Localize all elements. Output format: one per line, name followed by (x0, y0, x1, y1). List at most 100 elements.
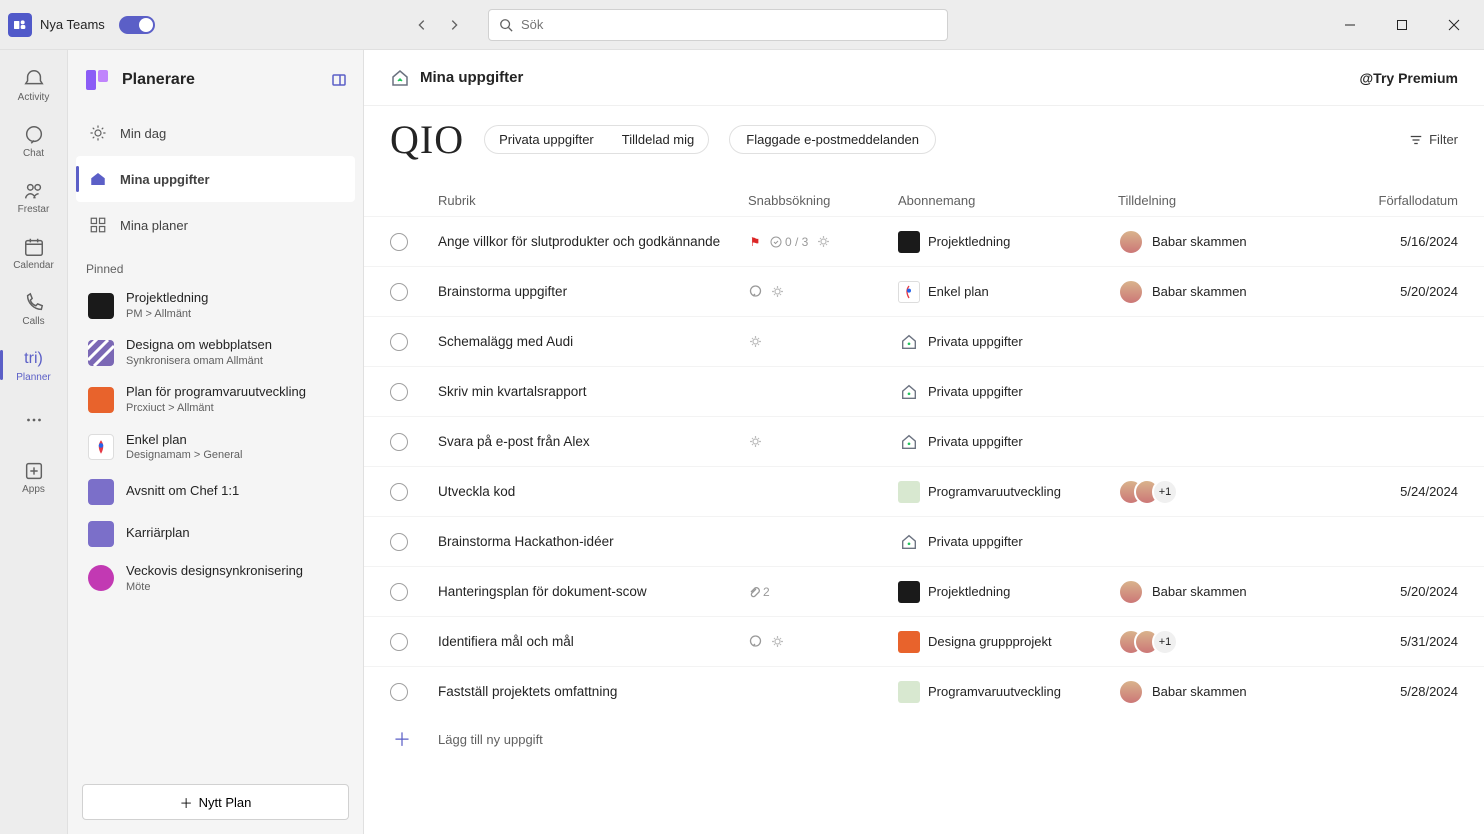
pinned-item-1[interactable]: Designa om webbplatsenSynkronisera omam … (76, 329, 355, 376)
task-title: Schemalägg med Audi (438, 334, 573, 349)
activity-icon (23, 68, 45, 90)
pinned-icon (88, 434, 114, 460)
task-title: Identifiera mål och mål (438, 634, 574, 649)
expand-icon[interactable] (331, 72, 347, 88)
complete-radio[interactable] (390, 433, 408, 451)
due-date: 5/20/2024 (1358, 284, 1458, 299)
task-row[interactable]: Schemalägg med Audi Privata uppgifter (364, 316, 1484, 366)
myplans-icon (88, 215, 108, 235)
task-title: Hanteringsplan för dokument-scow (438, 584, 647, 599)
tab-flaggade[interactable]: Flaggade e-postmeddelanden (729, 125, 936, 154)
complete-radio[interactable] (390, 333, 408, 351)
checklist-count: 0 / 3 (770, 235, 808, 249)
complete-radio[interactable] (390, 633, 408, 651)
nav-forward-button[interactable] (440, 11, 468, 39)
rail-frestar[interactable]: Frestar (4, 170, 64, 224)
task-row[interactable]: Svara på e-post från Alex Privata uppgif… (364, 416, 1484, 466)
task-row[interactable]: Brainstorma Hackathon-idéer Privata uppg… (364, 516, 1484, 566)
search-icon (499, 18, 513, 32)
pinned-item-2[interactable]: Plan för programvaruutvecklingPrcxiuct >… (76, 376, 355, 423)
avatar (1118, 679, 1144, 705)
complete-radio[interactable] (390, 283, 408, 301)
nav-back-button[interactable] (408, 11, 436, 39)
sun-icon (770, 635, 784, 649)
due-date: 5/24/2024 (1358, 484, 1458, 499)
plan-icon (898, 681, 920, 703)
more-assignees: +1 (1152, 479, 1178, 505)
close-button[interactable] (1432, 9, 1476, 41)
avatar (1118, 229, 1144, 255)
task-title: Utveckla kod (438, 484, 515, 499)
plan-icon (898, 231, 920, 253)
plan-icon (898, 481, 920, 503)
task-title: Brainstorma Hackathon-idéer (438, 534, 614, 549)
task-row[interactable]: Hanteringsplan för dokument-scow 2 Proje… (364, 566, 1484, 616)
task-row[interactable]: Ange villkor för slutprodukter och godkä… (364, 216, 1484, 266)
pinned-item-3[interactable]: Enkel planDesignamam > General (76, 424, 355, 471)
apps-icon (23, 460, 45, 482)
pinned-icon (88, 479, 114, 505)
plan-name: Projektledning (928, 234, 1010, 249)
add-task-row[interactable]: ＋ Lägg till ny uppgift (364, 716, 1484, 762)
my-tasks-icon (390, 68, 410, 88)
tab-tilldelad[interactable]: Tilldelad mig (608, 126, 709, 153)
col-sub[interactable]: Abonnemang (898, 193, 1118, 208)
house-icon (898, 381, 920, 403)
task-row[interactable]: Skriv min kvartalsrapport Privata uppgif… (364, 366, 1484, 416)
rail-more[interactable] (4, 394, 64, 448)
plan-icon (898, 631, 920, 653)
plus-icon: ＋ (180, 793, 193, 812)
maximize-button[interactable] (1380, 9, 1424, 41)
pinned-icon (88, 340, 114, 366)
avatar (1118, 279, 1144, 305)
complete-radio[interactable] (390, 583, 408, 601)
planner-icon: tri) (23, 348, 45, 370)
minimize-button[interactable] (1328, 9, 1372, 41)
more-assignees: +1 (1152, 629, 1178, 655)
mytasks-icon (88, 169, 108, 189)
pinned-item-0[interactable]: ProjektledningPM > Allmänt (76, 282, 355, 329)
calendar-icon (23, 236, 45, 258)
pinned-item-5[interactable]: Karriärplan (76, 513, 355, 555)
col-assign[interactable]: Tilldelning (1118, 193, 1358, 208)
rail-activity[interactable]: Activity (4, 58, 64, 112)
col-due[interactable]: Förfallodatum (1358, 193, 1458, 208)
sidebar-mytasks[interactable]: Mina uppgifter (76, 156, 355, 202)
try-premium-link[interactable]: @Try Premium (1360, 70, 1458, 86)
rail-chat[interactable]: Chat (4, 114, 64, 168)
complete-radio[interactable] (390, 383, 408, 401)
task-row[interactable]: Fastställ projektets omfattning Programv… (364, 666, 1484, 716)
complete-radio[interactable] (390, 483, 408, 501)
tab-privata[interactable]: Privata uppgifter (485, 126, 608, 153)
complete-radio[interactable] (390, 683, 408, 701)
new-teams-toggle[interactable] (119, 16, 155, 34)
rail-planner[interactable]: tri)Planner (4, 338, 64, 392)
sidebar-myplans[interactable]: Mina planer (76, 202, 355, 248)
rail-calendar[interactable]: Calendar (4, 226, 64, 280)
complete-radio[interactable] (390, 233, 408, 251)
sidebar-myday[interactable]: Min dag (76, 110, 355, 156)
tab-group-1: Privata uppgifter Tilldelad mig (484, 125, 709, 154)
plan-icon (898, 581, 920, 603)
sun-icon (748, 435, 762, 449)
task-title: Fastställ projektets omfattning (438, 684, 617, 699)
rail-calls[interactable]: Calls (4, 282, 64, 336)
task-title: Brainstorma uppgifter (438, 284, 567, 299)
search-input[interactable] (521, 17, 937, 32)
sun-icon (748, 335, 762, 349)
complete-radio[interactable] (390, 533, 408, 551)
pinned-item-4[interactable]: Avsnitt om Chef 1:1 (76, 471, 355, 513)
rail-apps[interactable]: Apps (4, 450, 64, 504)
task-row[interactable]: Brainstorma uppgifter Enkel plan Babar s… (364, 266, 1484, 316)
new-plan-button[interactable]: ＋ Nytt Plan (82, 784, 349, 820)
myday-icon (88, 123, 108, 143)
search-box[interactable] (488, 9, 948, 41)
filter-button[interactable]: Filter (1409, 132, 1458, 147)
task-row[interactable]: Identifiera mål och mål Designa grupppro… (364, 616, 1484, 666)
col-quick[interactable]: Snabbsökning (748, 193, 898, 208)
plan-name: Programvaruutveckling (928, 684, 1061, 699)
col-title[interactable]: Rubrik (438, 193, 748, 208)
pinned-item-6[interactable]: Veckovis designsynkroniseringMöte (76, 555, 355, 602)
task-row[interactable]: Utveckla kod Programvaruutveckling +1 5/… (364, 466, 1484, 516)
due-date: 5/28/2024 (1358, 684, 1458, 699)
